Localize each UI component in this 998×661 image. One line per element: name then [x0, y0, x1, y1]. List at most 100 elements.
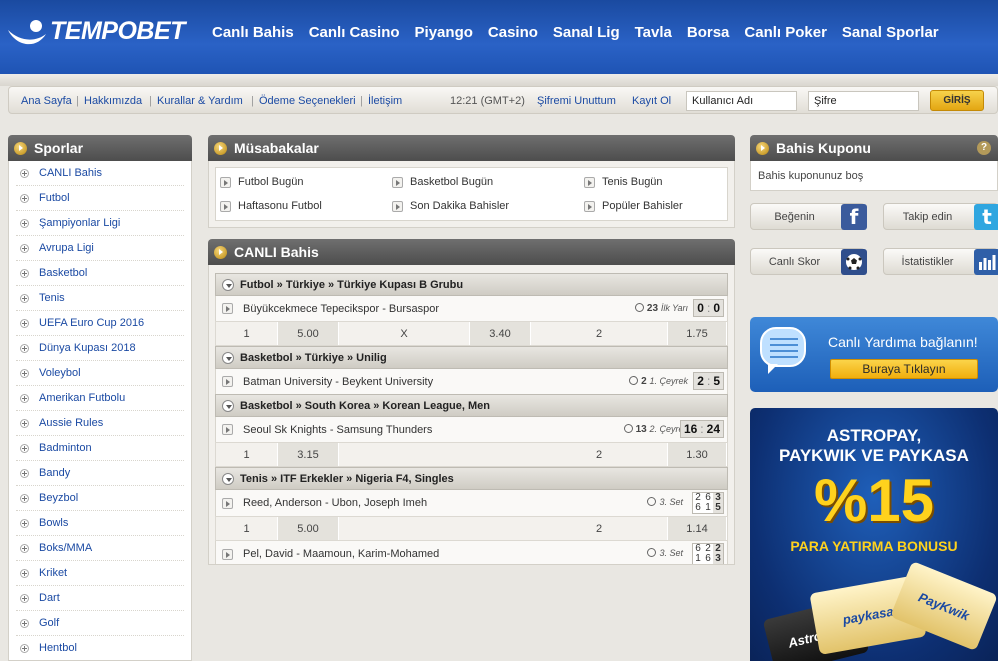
- link-kurallar[interactable]: Kurallar & Yardım: [157, 95, 243, 107]
- quick-link-haftasonu-futbol[interactable]: Haftasonu Futbol: [220, 194, 392, 218]
- nav-canli-bahis[interactable]: Canlı Bahis: [212, 24, 294, 41]
- odds-value-2[interactable]: 1.30: [667, 443, 727, 466]
- arrow-ball-icon: [14, 141, 27, 155]
- sport-item[interactable]: Beyzbol: [16, 486, 184, 511]
- statistics-button[interactable]: İstatistikler: [883, 248, 998, 275]
- event-row[interactable]: Pel, David - Maamoun, Karim-Mohamed 3. Se…: [215, 541, 728, 564]
- link-ana-sayfa[interactable]: Ana Sayfa: [21, 95, 72, 107]
- event-time: 23 İlk Yarı: [634, 303, 688, 314]
- event-row[interactable]: Seoul Sk Knights - Samsung Thunders 13 2.…: [215, 417, 728, 442]
- promo-line-3: PARA YATIRMA BONUSU: [790, 538, 958, 554]
- odds-value-1[interactable]: 5.00: [277, 517, 339, 540]
- facebook-like-button[interactable]: Beğenin f: [750, 203, 867, 230]
- odds-value-1[interactable]: 5.00: [277, 322, 339, 345]
- twitter-follow-button[interactable]: Takip edin t: [883, 203, 998, 230]
- play-arrow-icon[interactable]: [222, 303, 233, 314]
- collapse-icon[interactable]: [222, 278, 234, 291]
- event-period: İlk Yarı: [660, 303, 688, 313]
- nav-casino[interactable]: Casino: [488, 24, 538, 41]
- nav-piyango[interactable]: Piyango: [415, 24, 473, 41]
- odds-value-x[interactable]: 3.40: [469, 322, 531, 345]
- event-name: Pel, David - Maamoun, Karim-Mohamed: [243, 548, 440, 560]
- sport-item[interactable]: Bandy: [16, 461, 184, 486]
- link-odeme-secenekleri[interactable]: Ödeme Seçenekleri: [259, 95, 356, 107]
- sport-item-label: Aussie Rules: [39, 417, 104, 429]
- odds-value-1[interactable]: 3.15: [277, 443, 339, 466]
- sport-item[interactable]: Basketbol: [16, 261, 184, 286]
- sport-item[interactable]: Boks/MMA: [16, 536, 184, 561]
- link-iletisim[interactable]: İletişim: [368, 95, 402, 107]
- event-group-header[interactable]: Tenis » ITF Erkekler » Nigeria F4, Singl…: [215, 467, 728, 490]
- collapse-icon[interactable]: [222, 472, 234, 485]
- event-group-header[interactable]: Basketbol » Türkiye » Unilig: [215, 346, 728, 369]
- nav-canli-casino[interactable]: Canlı Casino: [309, 24, 400, 41]
- login-button[interactable]: GİRİŞ: [930, 90, 984, 111]
- collapse-icon[interactable]: [222, 399, 234, 412]
- set-score: 5: [713, 503, 723, 513]
- sport-item[interactable]: Golf: [16, 611, 184, 636]
- nav-canli-poker[interactable]: Canlı Poker: [744, 24, 827, 41]
- odds-label-1: 1: [216, 517, 277, 540]
- password-input[interactable]: [808, 91, 919, 111]
- username-input[interactable]: [686, 91, 797, 111]
- sport-item[interactable]: Amerikan Futbolu: [16, 386, 184, 411]
- play-arrow-icon[interactable]: [222, 497, 233, 509]
- quick-link-futbol-bugun[interactable]: Futbol Bugün: [220, 170, 392, 194]
- sport-item[interactable]: Kriket: [16, 561, 184, 586]
- register-link[interactable]: Kayıt Ol: [632, 95, 671, 107]
- event-row[interactable]: Büyükcekmece Tepecikspor - Bursaspor 23 İ…: [215, 296, 728, 321]
- quick-link-label: Tenis Bugün: [602, 176, 663, 188]
- play-arrow-icon[interactable]: [222, 376, 233, 387]
- odds-spacer: [339, 443, 469, 466]
- event-time: 2 1. Çeyrek: [629, 376, 688, 387]
- odds-value-2[interactable]: 1.14: [667, 517, 727, 540]
- promo-percent: %15: [813, 467, 935, 534]
- sport-item[interactable]: Tenis: [16, 286, 184, 311]
- odds-value-2[interactable]: 1.75: [667, 322, 727, 345]
- tempobet-logo[interactable]: TEMPOBET: [6, 16, 185, 50]
- sport-item[interactable]: Şampiyonlar Ligi: [16, 211, 184, 236]
- sport-item-label: Golf: [39, 617, 60, 629]
- sport-item[interactable]: CANLI Bahis: [16, 161, 184, 186]
- nav-sanal-lig[interactable]: Sanal Lig: [553, 24, 620, 41]
- event-row[interactable]: Reed, Anderson - Ubon, Joseph Imeh 3. Set…: [215, 490, 728, 516]
- event-group-header[interactable]: Futbol » Türkiye » Türkiye Kupası B Grub…: [215, 273, 728, 296]
- facebook-icon: f: [841, 204, 867, 230]
- live-score-button[interactable]: Canlı Skor: [750, 248, 867, 275]
- sport-item[interactable]: Aussie Rules: [16, 411, 184, 436]
- main-nav: Canlı Bahis Canlı Casino Piyango Casino …: [212, 24, 939, 41]
- sport-item[interactable]: Futbol: [16, 186, 184, 211]
- deposit-bonus-banner[interactable]: ASTROPAY, PAYKWIK VE PAYKASA %15 PARA YA…: [750, 408, 998, 661]
- sport-item[interactable]: Avrupa Ligi: [16, 236, 184, 261]
- separator: |: [251, 95, 254, 107]
- sport-item[interactable]: Voleybol: [16, 361, 184, 386]
- quick-link-son-dakika[interactable]: Son Dakika Bahisler: [392, 194, 584, 218]
- sport-item[interactable]: UEFA Euro Cup 2016: [16, 311, 184, 336]
- forgot-password-link[interactable]: Şifremi Unuttum: [537, 95, 616, 107]
- play-arrow-icon[interactable]: [222, 548, 233, 560]
- content-column: Müsabakalar Futbol Bugün Basketbol Bugün…: [208, 135, 735, 661]
- sport-item[interactable]: Dart: [16, 586, 184, 611]
- link-hakkimizda[interactable]: Hakkımızda: [84, 95, 142, 107]
- event-group-header[interactable]: Basketbol » South Korea » Korean League,…: [215, 394, 728, 417]
- sport-item[interactable]: Bowls: [16, 511, 184, 536]
- nav-tavla[interactable]: Tavla: [635, 24, 672, 41]
- quick-link-tenis-bugun[interactable]: Tenis Bugün: [584, 170, 724, 194]
- sport-item[interactable]: Dünya Kupası 2018: [16, 336, 184, 361]
- collapse-icon[interactable]: [222, 351, 234, 364]
- clock-icon: [629, 376, 639, 385]
- play-arrow-icon[interactable]: [222, 424, 233, 435]
- live-help-banner[interactable]: Canlı Yardıma bağlanın! Buraya Tıklayın: [750, 317, 998, 392]
- score-separator: :: [700, 422, 704, 436]
- help-question-icon[interactable]: ?: [977, 141, 991, 155]
- sport-item[interactable]: Hentbol: [16, 636, 184, 660]
- event-row[interactable]: Batman University - Beykent University 2 …: [215, 369, 728, 394]
- nav-borsa[interactable]: Borsa: [687, 24, 730, 41]
- nav-sanal-sporlar[interactable]: Sanal Sporlar: [842, 24, 939, 41]
- score-home: 16: [683, 422, 698, 436]
- quick-link-populer[interactable]: Popüler Bahisler: [584, 194, 724, 218]
- sport-item[interactable]: Badminton: [16, 436, 184, 461]
- odds-label-2: 2: [531, 322, 667, 345]
- live-help-button[interactable]: Buraya Tıklayın: [830, 359, 978, 379]
- quick-link-basketbol-bugun[interactable]: Basketbol Bugün: [392, 170, 584, 194]
